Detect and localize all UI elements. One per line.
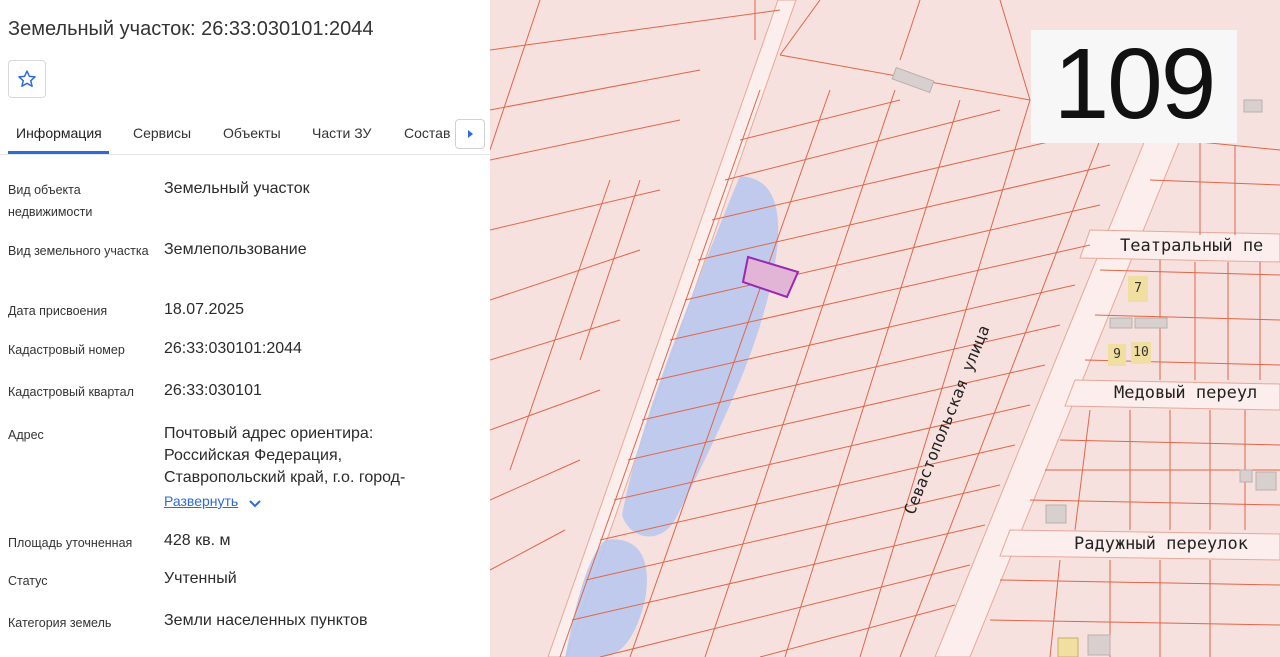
star-icon xyxy=(18,70,36,87)
building xyxy=(1057,637,1079,657)
label-address: Адрес xyxy=(8,428,44,442)
house-number: 10 xyxy=(1131,342,1151,364)
tab-objects[interactable]: Объекты xyxy=(223,125,281,141)
favorite-button[interactable] xyxy=(8,60,46,98)
tab-info[interactable]: Информация xyxy=(16,125,102,141)
label-status: Статус xyxy=(8,574,48,588)
street-label-raduzhny: Радужный переулок xyxy=(1074,534,1248,554)
label-land-category: Категория земель xyxy=(8,616,112,630)
building xyxy=(1134,317,1168,329)
street-label-medovy: Медовый переул xyxy=(1114,383,1258,403)
value-status: Учтенный xyxy=(164,570,237,587)
value-land-type: Землепользование xyxy=(164,241,307,258)
value-area: 428 кв. м xyxy=(164,532,231,549)
value-object-type: Земельный участок xyxy=(164,180,310,197)
tab-bar: Информация Сервисы Объекты Части ЗУ Сост… xyxy=(0,114,490,155)
value-cadastral-number: 26:33:030101:2044 xyxy=(164,340,302,357)
expand-address-link[interactable]: Развернуть xyxy=(164,493,238,509)
building xyxy=(1239,469,1253,483)
label-assign-date: Дата присвоения xyxy=(8,304,108,318)
building xyxy=(1255,471,1277,491)
building xyxy=(1087,634,1111,656)
value-land-category: Земли населенных пунктов xyxy=(164,612,368,629)
active-tab-indicator xyxy=(8,151,109,154)
value-cadastral-quarter: 26:33:030101 xyxy=(164,382,262,399)
chevron-down-icon[interactable] xyxy=(248,496,262,510)
building xyxy=(1243,99,1263,113)
label-land-type: Вид земельного участка xyxy=(8,244,149,258)
tabs-scroll-right-button[interactable] xyxy=(455,119,485,149)
label-cadastral-number: Кадастровый номер xyxy=(8,343,125,357)
building xyxy=(1045,504,1067,524)
building xyxy=(1109,317,1133,329)
label-cadastral-quarter: Кадастровый квартал xyxy=(8,385,134,399)
caret-right-icon xyxy=(468,130,473,138)
page-title: Земельный участок: 26:33:030101:2044 xyxy=(8,18,374,40)
tab-composition[interactable]: Состав xyxy=(404,125,450,141)
house-number: 9 xyxy=(1108,344,1126,366)
tab-services[interactable]: Сервисы xyxy=(133,125,191,141)
number-badge-text: 109 xyxy=(1053,28,1217,140)
value-assign-date: 18.07.2025 xyxy=(164,301,245,318)
tab-parts[interactable]: Части ЗУ xyxy=(312,125,371,141)
label-area: Площадь уточненная xyxy=(8,536,133,550)
info-panel: Земельный участок: 26:33:030101:2044 Инф… xyxy=(0,0,490,657)
building xyxy=(891,66,935,94)
value-address: Почтовый адрес ориентира: Российская Фед… xyxy=(164,425,406,486)
label-object-type: Вид объекта недвижимости xyxy=(8,183,93,219)
house-number: 7 xyxy=(1128,276,1148,302)
street-label-teatralny: Театральный пе xyxy=(1120,236,1264,256)
